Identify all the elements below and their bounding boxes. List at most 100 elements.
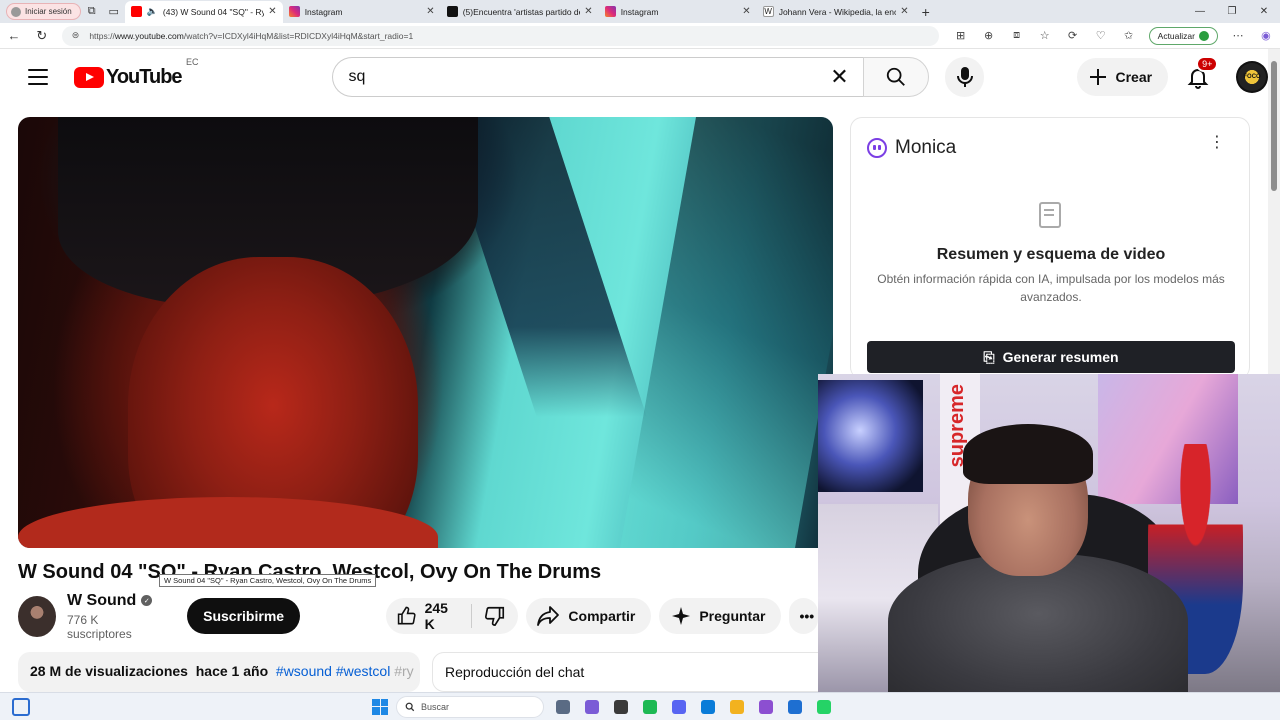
copilot-icon-glyph: [584, 699, 599, 714]
chat-replay-box[interactable]: Reproducción del chat: [432, 652, 832, 692]
voice-search-button[interactable]: [944, 57, 985, 97]
update-status-icon: [1198, 30, 1209, 41]
minimize-icon[interactable]: —: [1184, 6, 1216, 17]
ask-button[interactable]: Preguntar: [659, 598, 782, 634]
wikipedia-favicon-icon: W: [762, 6, 774, 17]
video-player[interactable]: [18, 117, 833, 548]
file-explorer-icon[interactable]: [722, 693, 751, 721]
monica-subtitle: Obtén información rápida con IA, impulsa…: [877, 272, 1225, 304]
taskbar-search[interactable]: Buscar: [396, 695, 544, 718]
thumbs-down-icon: [485, 606, 505, 626]
tab-title: Instagram: [620, 6, 659, 17]
clear-search-icon[interactable]: ✕: [830, 64, 848, 90]
search-input[interactable]: sq ✕: [331, 57, 863, 97]
close-tab-icon[interactable]: ✕: [584, 6, 592, 17]
zoom-icon[interactable]: ⊕: [975, 29, 1003, 42]
url-field[interactable]: ⊜ https://www.youtube.com/watch?v=ICDXyl…: [61, 25, 939, 46]
read-aloud-icon[interactable]: ⧈: [1003, 29, 1031, 42]
more-menu-icon[interactable]: ⋯: [1224, 29, 1252, 42]
search-button[interactable]: [862, 57, 929, 97]
verified-icon: ✓: [141, 595, 153, 606]
profile-button[interactable]: Iniciar sesión: [6, 3, 81, 20]
tab-instagram-1[interactable]: Instagram ✕: [283, 1, 441, 23]
like-button[interactable]: 245 K: [396, 600, 473, 632]
upload-age: hace 1 año: [195, 663, 269, 679]
plus-icon: [1090, 69, 1107, 85]
app-available-icon[interactable]: ⊞: [947, 29, 975, 42]
store-icon[interactable]: [780, 693, 809, 721]
microphone-icon: [956, 67, 973, 87]
reload-icon[interactable]: ↻: [28, 28, 56, 44]
back-icon[interactable]: ←: [0, 28, 28, 43]
tab-instagram-2[interactable]: Instagram ✕: [599, 1, 757, 23]
subscriber-count: 776 K suscriptores: [67, 612, 132, 641]
taskbar: Buscar: [0, 692, 1280, 720]
description-box[interactable]: 28 M de visualizaciones hace 1 año #wsou…: [18, 652, 420, 692]
task-view-icon[interactable]: [548, 693, 577, 721]
new-tab-icon[interactable]: +: [915, 4, 937, 20]
create-label: Crear: [1115, 69, 1153, 85]
widgets-icon[interactable]: [12, 697, 30, 716]
github-icon[interactable]: [606, 693, 635, 721]
windows-start-icon[interactable]: [372, 698, 388, 715]
whatsapp-icon[interactable]: [809, 693, 838, 721]
window-controls: — ❐ ✕: [1184, 6, 1280, 17]
dislike-button[interactable]: [472, 605, 518, 627]
tab-youtube[interactable]: 🔈 (43) W Sound 04 "SQ" - Ryan ✕: [124, 0, 283, 23]
whatsapp-icon-glyph: [816, 699, 831, 714]
close-tab-icon[interactable]: ✕: [900, 6, 908, 17]
favorite-star-icon[interactable]: ☆: [1031, 29, 1059, 42]
close-tab-icon[interactable]: ✕: [268, 6, 276, 17]
monica-panel: Monica ⋮ Resumen y esquema de video Obté…: [850, 117, 1250, 379]
spotify-icon[interactable]: [635, 693, 664, 721]
edge-icon-glyph: [700, 699, 715, 714]
tab-actions-icon[interactable]: ▭: [103, 1, 125, 23]
update-button[interactable]: Actualizar: [1148, 26, 1218, 45]
close-tab-icon[interactable]: ✕: [742, 6, 750, 17]
tiktok-favicon-icon: [446, 6, 458, 17]
create-button[interactable]: Crear: [1077, 58, 1169, 96]
site-info-icon[interactable]: ⊜: [72, 30, 80, 41]
tab-wikipedia[interactable]: W Johann Vera - Wikipedia, la encicl ✕: [757, 1, 915, 23]
chat-replay-label: Reproducción del chat: [445, 664, 585, 680]
scrollbar-thumb[interactable]: [1271, 61, 1277, 191]
video-frame-light: [620, 117, 833, 548]
discord-icon[interactable]: [664, 693, 693, 721]
favorites-icon[interactable]: ✩: [1115, 29, 1143, 42]
maximize-icon[interactable]: ❐: [1216, 6, 1248, 17]
hashtags-faded: #ry: [394, 663, 414, 679]
monica-menu-icon[interactable]: ⋮: [1209, 135, 1225, 151]
channel-name[interactable]: W Sound: [67, 592, 136, 610]
copilot-icon[interactable]: [577, 693, 606, 721]
tab-tiktok[interactable]: (5)Encuentra 'artistas partido de ✕: [441, 1, 599, 23]
app-icon[interactable]: [751, 693, 780, 721]
notifications-button[interactable]: 9+: [1186, 56, 1219, 89]
share-button[interactable]: Compartir: [526, 598, 652, 634]
more-actions-button[interactable]: •••: [789, 598, 818, 634]
search-icon: [886, 67, 905, 86]
generate-summary-button[interactable]: ⎘ Generar resumen: [867, 341, 1235, 373]
webcam-overlay: [818, 374, 1280, 692]
edge-icon[interactable]: [693, 693, 722, 721]
hashtags[interactable]: #wsound #westcol: [276, 663, 390, 679]
youtube-logo[interactable]: YouTube EC: [73, 57, 199, 89]
browser-tab-strip: Iniciar sesión ⧉ ▭ 🔈 (43) W Sound 04 "SQ…: [0, 0, 1280, 23]
instagram-favicon-icon: [288, 6, 300, 17]
extensions-icon[interactable]: ⟳: [1059, 29, 1087, 42]
copilot-icon[interactable]: ◉: [1252, 29, 1280, 42]
close-tab-icon[interactable]: ✕: [426, 6, 434, 17]
tab-title: (5)Encuentra 'artistas partido de: [462, 6, 581, 17]
avatar-text: FOCO: [1243, 74, 1261, 80]
file-explorer-icon-glyph: [729, 699, 744, 714]
generate-label: Generar resumen: [1002, 349, 1119, 365]
browser-essentials-icon[interactable]: ♡: [1087, 29, 1115, 42]
workspaces-icon[interactable]: ⧉: [81, 1, 103, 23]
account-avatar[interactable]: FOCO: [1236, 61, 1269, 93]
close-window-icon[interactable]: ✕: [1248, 6, 1280, 17]
speaker-icon[interactable]: 🔈: [147, 6, 158, 17]
subscribe-button[interactable]: Suscribirme: [187, 598, 301, 634]
menu-icon[interactable]: [28, 69, 48, 85]
channel-avatar[interactable]: [18, 595, 56, 637]
taskbar-search-placeholder: Buscar: [421, 701, 450, 712]
update-label: Actualizar: [1157, 30, 1195, 41]
